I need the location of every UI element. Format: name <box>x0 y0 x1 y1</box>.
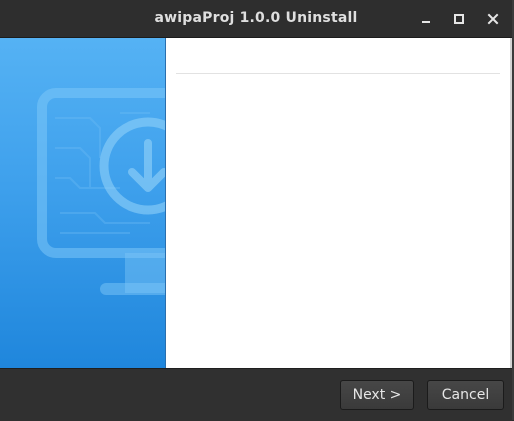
titlebar[interactable]: awipaProj 1.0.0 Uninstall <box>0 0 512 38</box>
monitor-download-icon <box>37 88 165 295</box>
uninstaller-window: awipaProj 1.0.0 Uninstall Next > Cancel <box>0 0 512 421</box>
next-button[interactable]: Next > <box>340 380 414 410</box>
main-panel <box>166 38 512 368</box>
maximize-icon <box>454 14 464 24</box>
minimize-icon <box>422 21 430 23</box>
maximize-button[interactable] <box>448 8 470 30</box>
header-separator <box>176 73 500 74</box>
close-button[interactable] <box>482 8 504 30</box>
wizard-content <box>0 38 512 368</box>
close-icon <box>487 13 499 25</box>
minimize-button[interactable] <box>415 8 437 30</box>
side-banner <box>0 38 166 368</box>
cancel-button[interactable]: Cancel <box>427 380 504 410</box>
button-bar: Next > Cancel <box>0 368 512 421</box>
